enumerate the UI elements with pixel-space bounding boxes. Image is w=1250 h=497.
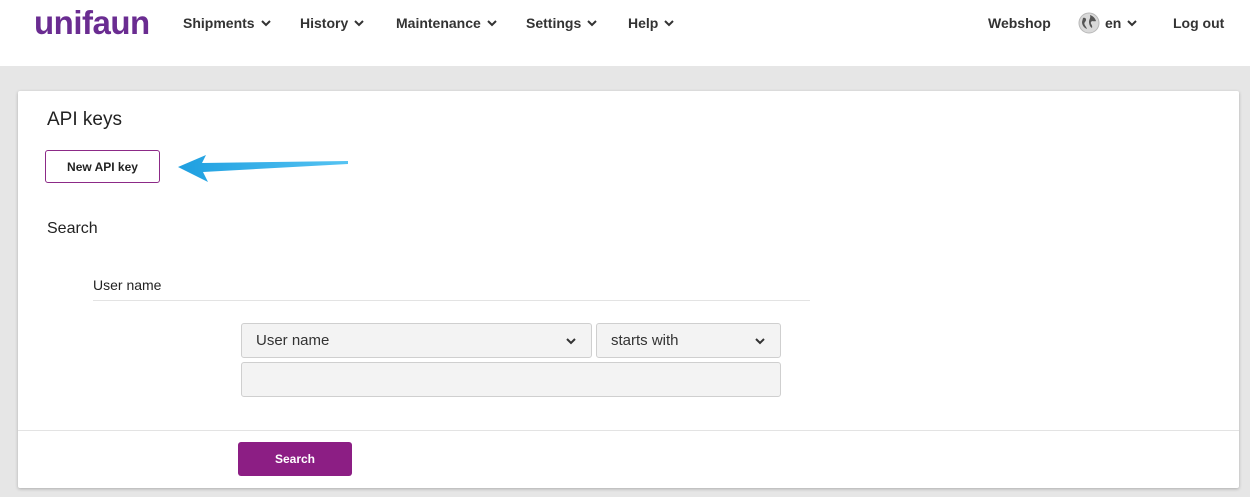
search-field-select-value: User name — [256, 332, 330, 349]
language-selector[interactable]: en — [1078, 12, 1138, 34]
chevron-down-icon — [1126, 17, 1138, 29]
search-section-title: Search — [47, 220, 98, 237]
search-operator-select[interactable]: starts with — [596, 323, 781, 358]
top-navigation-bar: unifaun Shipments History Maintenance Se… — [0, 0, 1250, 66]
nav-maintenance-label: Maintenance — [396, 15, 481, 31]
globe-icon — [1078, 12, 1100, 34]
nav-history[interactable]: History — [300, 15, 365, 31]
nav-history-label: History — [300, 15, 349, 31]
search-operator-select-value: starts with — [611, 332, 679, 349]
language-label: en — [1105, 15, 1122, 31]
chevron-down-icon — [260, 17, 272, 29]
arrow-pointing-left-icon — [176, 151, 351, 192]
nav-shipments[interactable]: Shipments — [183, 15, 272, 31]
nav-help-label: Help — [628, 15, 659, 31]
chevron-down-icon — [663, 17, 675, 29]
nav-webshop[interactable]: Webshop — [988, 15, 1051, 31]
search-value-input[interactable] — [241, 362, 781, 397]
chevron-down-icon — [486, 17, 498, 29]
chevron-down-icon — [754, 335, 766, 347]
nav-settings-label: Settings — [526, 15, 582, 31]
nav-maintenance[interactable]: Maintenance — [396, 15, 498, 31]
nav-help[interactable]: Help — [628, 15, 675, 31]
nav-logout-label: Log out — [1173, 15, 1225, 31]
api-keys-card: API keys New API key Search User name Us… — [18, 91, 1239, 488]
chevron-down-icon — [565, 335, 577, 347]
nav-shipments-label: Shipments — [183, 15, 255, 31]
footer-divider — [18, 430, 1239, 431]
new-api-key-button[interactable]: New API key — [45, 150, 160, 183]
search-button[interactable]: Search — [238, 442, 352, 476]
nav-settings[interactable]: Settings — [526, 15, 598, 31]
nav-webshop-label: Webshop — [988, 15, 1051, 31]
page-title: API keys — [47, 109, 122, 130]
unifaun-logo[interactable]: unifaun — [34, 4, 150, 42]
nav-logout[interactable]: Log out — [1173, 15, 1224, 31]
divider — [93, 300, 810, 301]
chevron-down-icon — [586, 17, 598, 29]
search-field-select[interactable]: User name — [241, 323, 592, 358]
user-name-label: User name — [93, 277, 162, 293]
chevron-down-icon — [353, 17, 365, 29]
